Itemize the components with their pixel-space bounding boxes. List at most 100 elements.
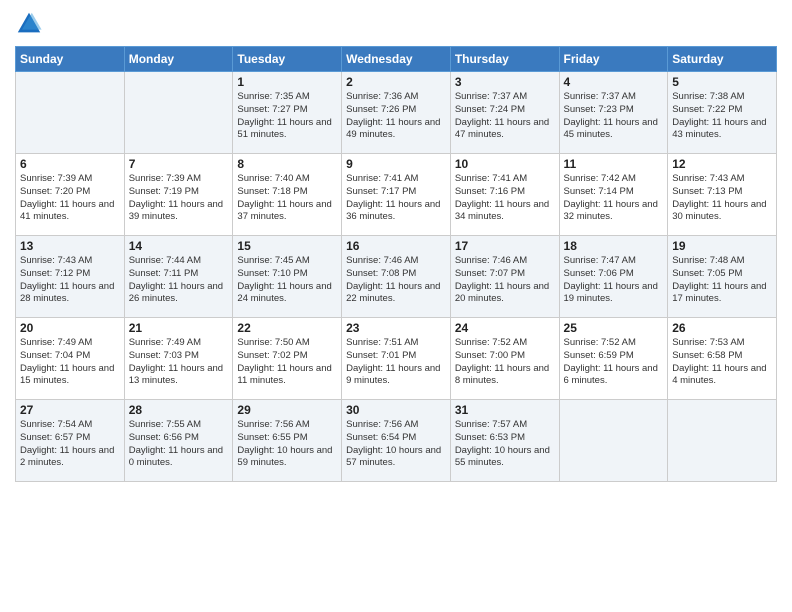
day-number: 26 xyxy=(672,321,772,335)
calendar-cell: 11 Sunrise: 7:42 AM Sunset: 7:14 PM Dayli… xyxy=(559,154,668,236)
calendar-cell: 10Sunrise: 7:41 AM Sunset: 7:16 PM Dayli… xyxy=(450,154,559,236)
calendar-cell: 12 Sunrise: 7:43 AM Sunset: 7:13 PM Dayli… xyxy=(668,154,777,236)
calendar-cell: 22 Sunrise: 7:50 AM Sunset: 7:02 PM Dayli… xyxy=(233,318,342,400)
calendar-cell: 18 Sunrise: 7:47 AM Sunset: 7:06 PM Dayli… xyxy=(559,236,668,318)
day-info: Sunrise: 7:39 AM Sunset: 7:19 PM Dayligh… xyxy=(129,173,229,224)
day-number: 9 xyxy=(346,157,446,171)
day-info: Sunrise: 7:52 AM Sunset: 6:59 PM Dayligh… xyxy=(564,337,664,388)
day-info: Sunrise: 7:44 AM Sunset: 7:11 PM Dayligh… xyxy=(129,255,229,306)
day-number: 1 xyxy=(237,75,337,89)
calendar-cell: 31 Sunrise: 7:57 AM Sunset: 6:53 PM Dayli… xyxy=(450,400,559,482)
day-number: 6 xyxy=(20,157,120,171)
day-info: Sunrise: 7:49 AM Sunset: 7:04 PM Dayligh… xyxy=(20,337,120,388)
calendar-header: SundayMondayTuesdayWednesdayThursdayFrid… xyxy=(16,47,777,72)
calendar-cell xyxy=(668,400,777,482)
day-info: Sunrise: 7:37 AM Sunset: 7:23 PM Dayligh… xyxy=(564,91,664,142)
day-header-saturday: Saturday xyxy=(668,47,777,72)
day-info: Sunrise: 7:35 AM Sunset: 7:27 PM Dayligh… xyxy=(237,91,337,142)
calendar-cell: 28 Sunrise: 7:55 AM Sunset: 6:56 PM Dayli… xyxy=(124,400,233,482)
day-info: Sunrise: 7:45 AM Sunset: 7:10 PM Dayligh… xyxy=(237,255,337,306)
day-info: Sunrise: 7:53 AM Sunset: 6:58 PM Dayligh… xyxy=(672,337,772,388)
day-number: 13 xyxy=(20,239,120,253)
day-number: 28 xyxy=(129,403,229,417)
day-number: 7 xyxy=(129,157,229,171)
day-header-friday: Friday xyxy=(559,47,668,72)
day-info: Sunrise: 7:47 AM Sunset: 7:06 PM Dayligh… xyxy=(564,255,664,306)
calendar-body: 1 Sunrise: 7:35 AM Sunset: 7:27 PM Daylig… xyxy=(16,72,777,482)
calendar-cell: 9 Sunrise: 7:41 AM Sunset: 7:17 PM Daylig… xyxy=(342,154,451,236)
day-number: 17 xyxy=(455,239,555,253)
day-info: Sunrise: 7:50 AM Sunset: 7:02 PM Dayligh… xyxy=(237,337,337,388)
calendar-cell xyxy=(16,72,125,154)
day-info: Sunrise: 7:48 AM Sunset: 7:05 PM Dayligh… xyxy=(672,255,772,306)
calendar-cell: 2Sunrise: 7:36 AM Sunset: 7:26 PM Daylig… xyxy=(342,72,451,154)
day-number: 30 xyxy=(346,403,446,417)
day-info: Sunrise: 7:49 AM Sunset: 7:03 PM Dayligh… xyxy=(129,337,229,388)
day-number: 8 xyxy=(237,157,337,171)
calendar-cell: 5 Sunrise: 7:38 AM Sunset: 7:22 PM Daylig… xyxy=(668,72,777,154)
page: SundayMondayTuesdayWednesdayThursdayFrid… xyxy=(0,0,792,612)
calendar-cell: 3 Sunrise: 7:37 AM Sunset: 7:24 PM Daylig… xyxy=(450,72,559,154)
day-number: 15 xyxy=(237,239,337,253)
header xyxy=(15,10,777,38)
calendar-cell: 27Sunrise: 7:54 AM Sunset: 6:57 PM Dayli… xyxy=(16,400,125,482)
header-row: SundayMondayTuesdayWednesdayThursdayFrid… xyxy=(16,47,777,72)
calendar-week-2: 6 Sunrise: 7:39 AM Sunset: 7:20 PM Daylig… xyxy=(16,154,777,236)
day-info: Sunrise: 7:41 AM Sunset: 7:16 PM Dayligh… xyxy=(455,173,555,224)
day-info: Sunrise: 7:37 AM Sunset: 7:24 PM Dayligh… xyxy=(455,91,555,142)
day-number: 20 xyxy=(20,321,120,335)
day-info: Sunrise: 7:56 AM Sunset: 6:55 PM Dayligh… xyxy=(237,419,337,470)
day-number: 23 xyxy=(346,321,446,335)
day-number: 31 xyxy=(455,403,555,417)
calendar-cell: 21 Sunrise: 7:49 AM Sunset: 7:03 PM Dayli… xyxy=(124,318,233,400)
day-info: Sunrise: 7:57 AM Sunset: 6:53 PM Dayligh… xyxy=(455,419,555,470)
calendar-cell xyxy=(559,400,668,482)
logo-icon xyxy=(15,10,43,38)
calendar-cell: 19 Sunrise: 7:48 AM Sunset: 7:05 PM Dayli… xyxy=(668,236,777,318)
day-number: 19 xyxy=(672,239,772,253)
day-info: Sunrise: 7:51 AM Sunset: 7:01 PM Dayligh… xyxy=(346,337,446,388)
day-header-sunday: Sunday xyxy=(16,47,125,72)
day-info: Sunrise: 7:43 AM Sunset: 7:13 PM Dayligh… xyxy=(672,173,772,224)
calendar-cell: 13 Sunrise: 7:43 AM Sunset: 7:12 PM Dayli… xyxy=(16,236,125,318)
day-number: 21 xyxy=(129,321,229,335)
calendar-cell: 30 Sunrise: 7:56 AM Sunset: 6:54 PM Dayli… xyxy=(342,400,451,482)
day-number: 18 xyxy=(564,239,664,253)
day-number: 25 xyxy=(564,321,664,335)
day-info: Sunrise: 7:43 AM Sunset: 7:12 PM Dayligh… xyxy=(20,255,120,306)
calendar-table: SundayMondayTuesdayWednesdayThursdayFrid… xyxy=(15,46,777,482)
calendar-cell: 15 Sunrise: 7:45 AM Sunset: 7:10 PM Dayli… xyxy=(233,236,342,318)
calendar-week-3: 13 Sunrise: 7:43 AM Sunset: 7:12 PM Dayli… xyxy=(16,236,777,318)
day-info: Sunrise: 7:42 AM Sunset: 7:14 PM Dayligh… xyxy=(564,173,664,224)
calendar-week-4: 20 Sunrise: 7:49 AM Sunset: 7:04 PM Dayli… xyxy=(16,318,777,400)
day-info: Sunrise: 7:36 AM Sunset: 7:26 PM Dayligh… xyxy=(346,91,446,142)
day-info: Sunrise: 7:40 AM Sunset: 7:18 PM Dayligh… xyxy=(237,173,337,224)
day-info: Sunrise: 7:41 AM Sunset: 7:17 PM Dayligh… xyxy=(346,173,446,224)
day-header-tuesday: Tuesday xyxy=(233,47,342,72)
day-info: Sunrise: 7:56 AM Sunset: 6:54 PM Dayligh… xyxy=(346,419,446,470)
calendar-cell: 7 Sunrise: 7:39 AM Sunset: 7:19 PM Daylig… xyxy=(124,154,233,236)
day-number: 12 xyxy=(672,157,772,171)
day-info: Sunrise: 7:46 AM Sunset: 7:07 PM Dayligh… xyxy=(455,255,555,306)
day-number: 16 xyxy=(346,239,446,253)
calendar-cell: 26 Sunrise: 7:53 AM Sunset: 6:58 PM Dayli… xyxy=(668,318,777,400)
calendar-cell: 24 Sunrise: 7:52 AM Sunset: 7:00 PM Dayli… xyxy=(450,318,559,400)
day-number: 3 xyxy=(455,75,555,89)
day-info: Sunrise: 7:39 AM Sunset: 7:20 PM Dayligh… xyxy=(20,173,120,224)
calendar-cell: 20 Sunrise: 7:49 AM Sunset: 7:04 PM Dayli… xyxy=(16,318,125,400)
day-number: 5 xyxy=(672,75,772,89)
day-number: 22 xyxy=(237,321,337,335)
day-number: 11 xyxy=(564,157,664,171)
calendar-cell: 6 Sunrise: 7:39 AM Sunset: 7:20 PM Daylig… xyxy=(16,154,125,236)
logo xyxy=(15,10,47,38)
day-info: Sunrise: 7:52 AM Sunset: 7:00 PM Dayligh… xyxy=(455,337,555,388)
calendar-week-1: 1 Sunrise: 7:35 AM Sunset: 7:27 PM Daylig… xyxy=(16,72,777,154)
day-info: Sunrise: 7:55 AM Sunset: 6:56 PM Dayligh… xyxy=(129,419,229,470)
calendar-cell: 4 Sunrise: 7:37 AM Sunset: 7:23 PM Daylig… xyxy=(559,72,668,154)
calendar-cell: 25 Sunrise: 7:52 AM Sunset: 6:59 PM Dayli… xyxy=(559,318,668,400)
day-number: 4 xyxy=(564,75,664,89)
day-number: 24 xyxy=(455,321,555,335)
day-info: Sunrise: 7:46 AM Sunset: 7:08 PM Dayligh… xyxy=(346,255,446,306)
day-info: Sunrise: 7:38 AM Sunset: 7:22 PM Dayligh… xyxy=(672,91,772,142)
day-header-monday: Monday xyxy=(124,47,233,72)
